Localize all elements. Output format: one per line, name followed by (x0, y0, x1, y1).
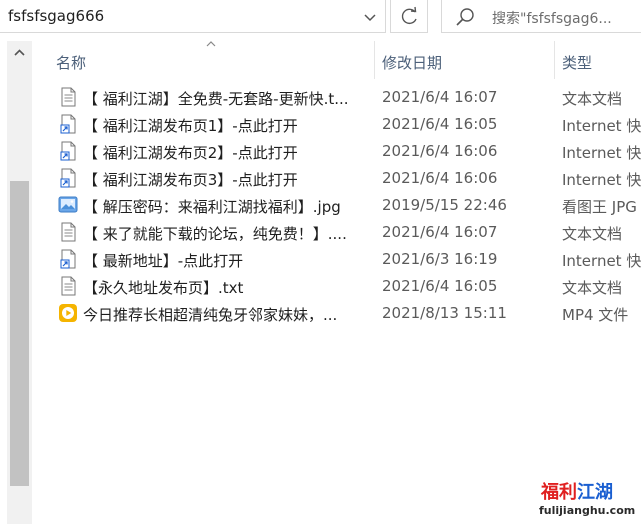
file-type: 看图王 JPG (562, 198, 637, 216)
search-icon (456, 8, 474, 26)
file-name: 【永久地址发布页】.txt (83, 279, 244, 297)
file-type: 文本文档 (562, 225, 623, 243)
file-type: 文本文档 (562, 90, 623, 108)
refresh-icon (401, 6, 417, 25)
scroll-up-arrow-icon[interactable] (7, 41, 32, 65)
file-row[interactable]: 【 福利江湖】全免费-无套路-更新快.t... 2021/6/4 16:07 文… (40, 84, 641, 111)
search-input[interactable]: 搜索"fsfsfsgag6... (492, 8, 612, 28)
file-name: 【 来了就能下载的论坛，纯免费！】.... (83, 225, 347, 243)
internet-shortcut-icon (58, 249, 78, 269)
file-date: 2021/6/4 16:06 (382, 142, 498, 160)
chevron-down-icon[interactable] (359, 7, 381, 27)
vertical-scrollbar[interactable] (7, 41, 32, 524)
file-name: 【 福利江湖】全免费-无套路-更新快.t... (83, 90, 349, 108)
image-file-icon (58, 195, 78, 215)
text-file-icon (58, 276, 78, 296)
column-headers: 名称 修改日期 类型 (40, 41, 641, 79)
watermark-title-part2: 江湖 (577, 482, 613, 503)
file-row[interactable]: 今日推荐长相超清纯兔牙邻家妹妹，... 2021/8/13 15:11 MP4 … (40, 300, 641, 327)
file-row[interactable]: 【 来了就能下载的论坛，纯免费！】.... 2021/6/4 16:07 文本文… (40, 219, 641, 246)
address-bar[interactable]: fsfsfsgag666 (0, 0, 386, 33)
file-type: Internet 快 (562, 171, 641, 189)
video-file-icon (58, 303, 78, 323)
file-type: Internet 快 (562, 117, 641, 135)
file-date: 2021/6/4 16:05 (382, 277, 498, 295)
address-path[interactable]: fsfsfsgag666 (8, 7, 104, 25)
file-date: 2021/6/4 16:06 (382, 169, 498, 187)
watermark-logo: 福利江湖 fulijianghu.com (535, 478, 635, 522)
file-name: 【 最新地址】-点此打开 (83, 252, 244, 270)
column-header-type[interactable]: 类型 (562, 52, 592, 73)
file-list: 【 福利江湖】全免费-无套路-更新快.t... 2021/6/4 16:07 文… (40, 84, 641, 327)
text-file-icon (58, 87, 78, 107)
file-date: 2021/6/4 16:05 (382, 115, 498, 133)
watermark-title-part1: 福利 (541, 482, 577, 503)
file-name: 【 福利江湖发布页2】-点此打开 (83, 144, 298, 162)
file-row[interactable]: 【 福利江湖发布页2】-点此打开 2021/6/4 16:06 Internet… (40, 138, 641, 165)
watermark-url: fulijianghu.com (539, 504, 636, 517)
file-name: 【 解压密码：来福利江湖找福利】.jpg (83, 198, 341, 216)
file-type: MP4 文件 (562, 306, 629, 324)
sort-ascending-icon (206, 41, 216, 47)
file-row[interactable]: 【 福利江湖发布页3】-点此打开 2021/6/4 16:06 Internet… (40, 165, 641, 192)
file-date: 2021/6/4 16:07 (382, 223, 498, 241)
text-file-icon (58, 222, 78, 242)
internet-shortcut-icon (58, 168, 78, 188)
file-date: 2021/8/13 15:11 (382, 304, 507, 322)
column-divider[interactable] (554, 41, 555, 79)
file-date: 2021/6/3 16:19 (382, 250, 498, 268)
column-divider[interactable] (374, 41, 375, 79)
file-name: 【 福利江湖发布页3】-点此打开 (83, 171, 298, 189)
file-type: Internet 快 (562, 252, 641, 270)
file-date: 2021/6/4 16:07 (382, 88, 498, 106)
scrollbar-thumb[interactable] (10, 181, 29, 486)
file-type: Internet 快 (562, 144, 641, 162)
top-bar: fsfsfsgag666 搜索"fsfsfsgag6... (0, 0, 641, 35)
file-name: 【 福利江湖发布页1】-点此打开 (83, 117, 298, 135)
column-header-date[interactable]: 修改日期 (382, 52, 442, 73)
file-date: 2019/5/15 22:46 (382, 196, 507, 214)
refresh-button[interactable] (390, 0, 428, 33)
watermark-title: 福利江湖 (541, 478, 613, 504)
search-box[interactable]: 搜索"fsfsfsgag6... (441, 0, 641, 33)
file-row[interactable]: 【 福利江湖发布页1】-点此打开 2021/6/4 16:05 Internet… (40, 111, 641, 138)
column-header-name[interactable]: 名称 (56, 52, 86, 73)
file-row[interactable]: 【 解压密码：来福利江湖找福利】.jpg 2019/5/15 22:46 看图王… (40, 192, 641, 219)
internet-shortcut-icon (58, 141, 78, 161)
file-row[interactable]: 【永久地址发布页】.txt 2021/6/4 16:05 文本文档 (40, 273, 641, 300)
file-name: 今日推荐长相超清纯兔牙邻家妹妹，... (83, 306, 338, 324)
internet-shortcut-icon (58, 114, 78, 134)
file-row[interactable]: 【 最新地址】-点此打开 2021/6/3 16:19 Internet 快 (40, 246, 641, 273)
file-type: 文本文档 (562, 279, 623, 297)
